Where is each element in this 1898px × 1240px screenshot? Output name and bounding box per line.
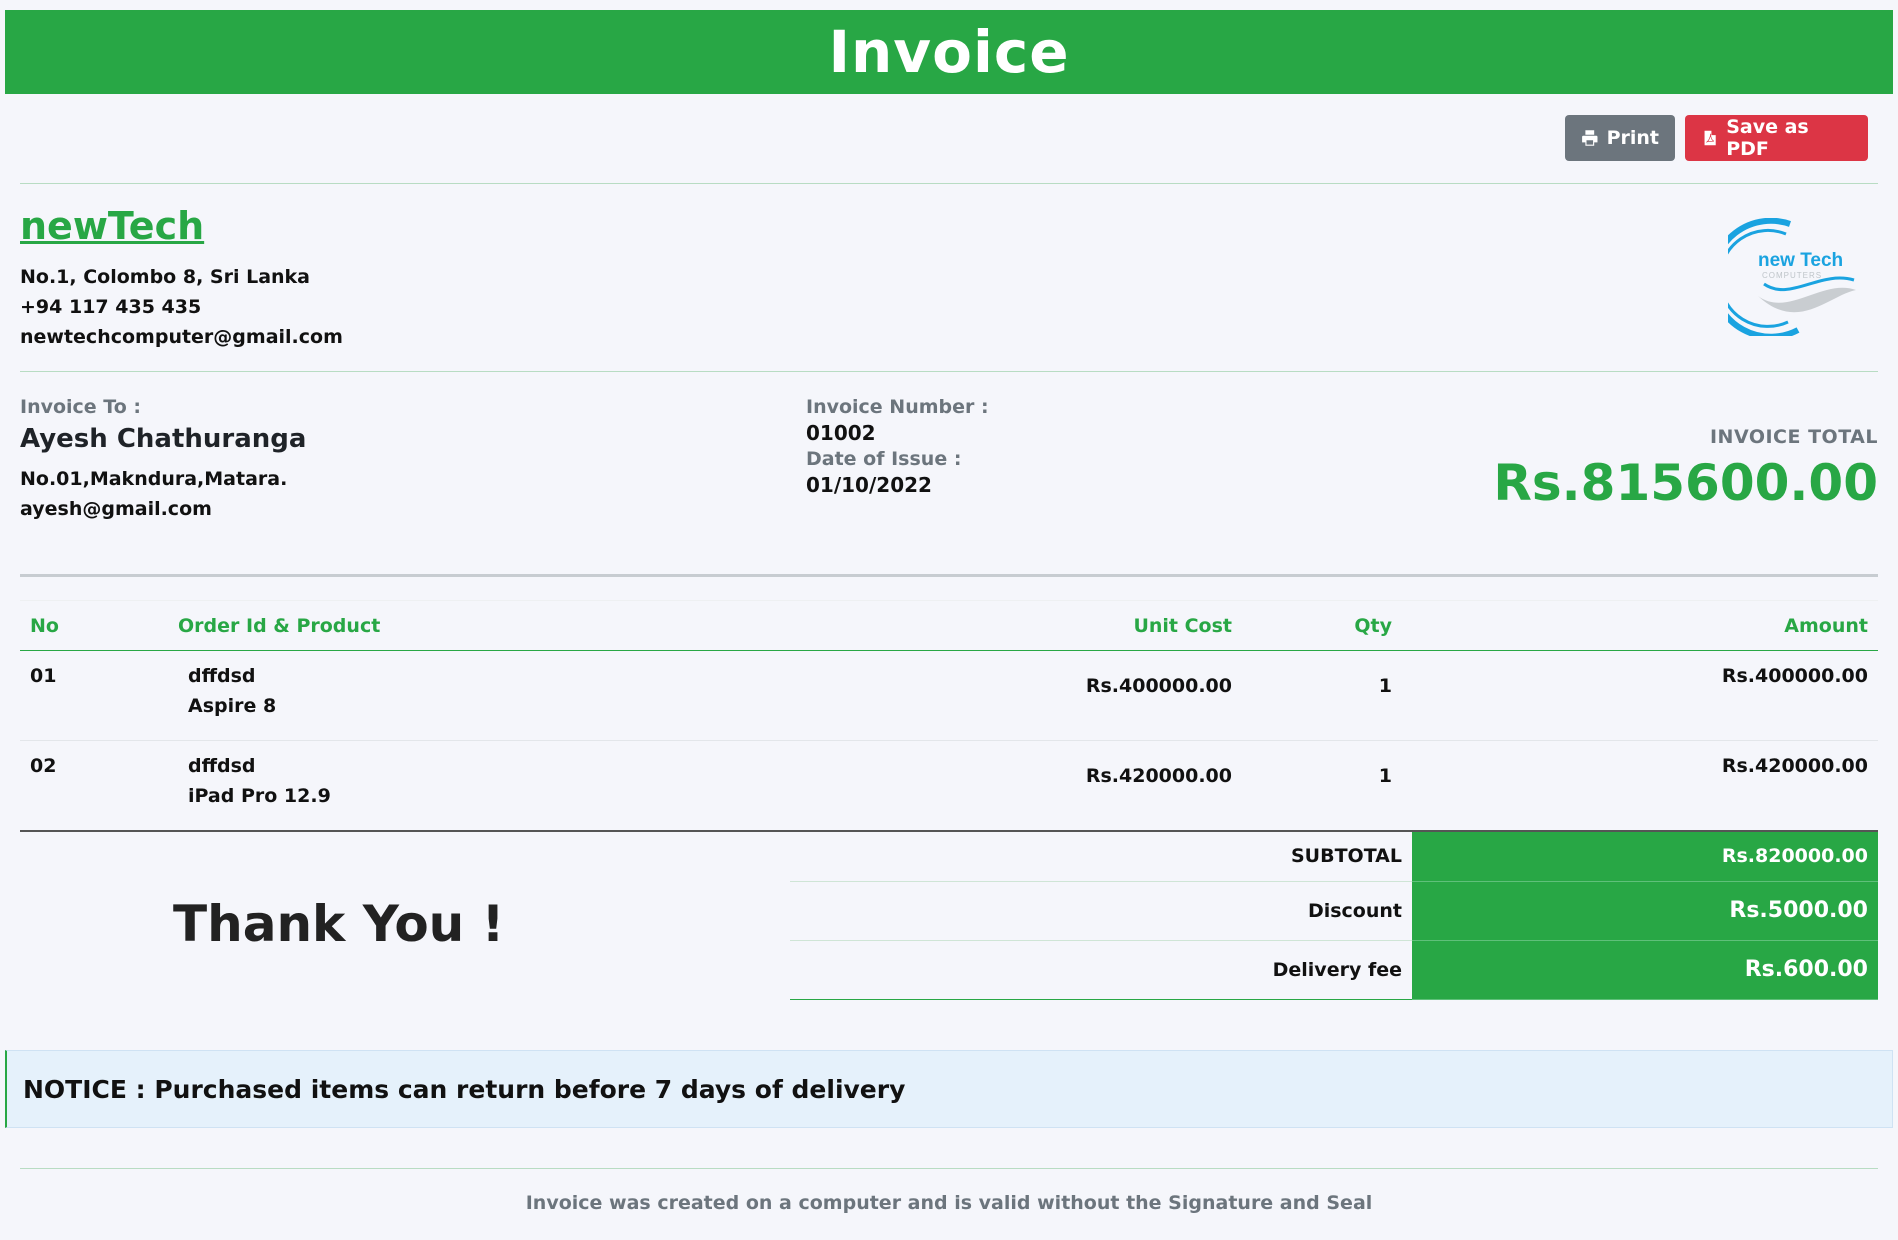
save-pdf-button[interactable]: Save as PDF xyxy=(1685,115,1868,161)
row-order-id: dffdsd xyxy=(188,755,256,777)
discount-value: Rs.5000.00 xyxy=(1412,881,1878,941)
delivery-fee-value: Rs.600.00 xyxy=(1412,940,1878,1000)
company-logo: new Tech COMPUTERS xyxy=(1728,218,1856,336)
delivery-fee-label: Delivery fee xyxy=(790,940,1412,1000)
notice-text: NOTICE : Purchased items can return befo… xyxy=(23,1074,906,1104)
column-header-qty: Qty xyxy=(1238,600,1398,651)
company-address: No.1, Colombo 8, Sri Lanka xyxy=(20,266,311,288)
row-product-name: iPad Pro 12.9 xyxy=(188,785,331,807)
row-product-name: Aspire 8 xyxy=(188,695,277,717)
action-buttons: Print Save as PDF xyxy=(1565,115,1868,161)
logo-text-sub: COMPUTERS xyxy=(1762,271,1822,280)
row-no: 02 xyxy=(20,740,168,832)
row-amount: Rs.420000.00 xyxy=(1398,740,1878,832)
print-button[interactable]: Print xyxy=(1565,115,1675,161)
invoice-header-bar: Invoice xyxy=(5,10,1893,94)
divider xyxy=(20,183,1878,184)
row-unit-cost: Rs.400000.00 xyxy=(1008,650,1238,741)
page-title: Invoice xyxy=(828,18,1070,86)
row-product-cell: dffdsd Aspire 8 xyxy=(168,650,1008,741)
divider xyxy=(20,371,1878,372)
invoice-to-section: Invoice To : Ayesh Chathuranga No.01,Mak… xyxy=(20,396,306,524)
table-row: 01 dffdsd Aspire 8 Rs.400000.00 1 Rs.400… xyxy=(20,650,1878,741)
invoice-total-label: INVOICE TOTAL xyxy=(1709,426,1878,448)
row-qty: 1 xyxy=(1238,740,1398,832)
row-qty: 1 xyxy=(1238,650,1398,741)
subtotal-label: SUBTOTAL xyxy=(790,831,1412,882)
invoice-number-label: Invoice Number : xyxy=(806,396,989,418)
invoice-number: 01002 xyxy=(806,421,876,445)
printer-icon xyxy=(1582,130,1598,146)
items-table: No Order Id & Product Unit Cost Qty Amou… xyxy=(20,600,1878,832)
customer-email: ayesh@gmail.com xyxy=(20,498,212,520)
notice-box: NOTICE : Purchased items can return befo… xyxy=(5,1050,1893,1128)
discount-row: Discount Rs.5000.00 xyxy=(790,881,1878,941)
company-email: newtechcomputer@gmail.com xyxy=(20,326,343,348)
company-info: newTech No.1, Colombo 8, Sri Lanka +94 1… xyxy=(20,204,343,352)
divider xyxy=(20,1168,1878,1169)
row-amount: Rs.400000.00 xyxy=(1398,650,1878,741)
thank-you-message: Thank You ! xyxy=(173,895,505,953)
row-no: 01 xyxy=(20,650,168,741)
invoice-to-label: Invoice To : xyxy=(20,396,142,418)
column-header-no: No xyxy=(20,600,168,651)
save-pdf-button-label: Save as PDF xyxy=(1726,116,1809,160)
file-pdf-icon xyxy=(1703,130,1717,146)
date-of-issue: 01/10/2022 xyxy=(806,473,932,497)
company-name-link[interactable]: newTech xyxy=(20,204,343,248)
subtotal-value: Rs.820000.00 xyxy=(1412,830,1878,882)
customer-address: No.01,Makndura,Matara. xyxy=(20,468,288,490)
invoice-total: INVOICE TOTAL Rs.815600.00 xyxy=(1493,426,1878,512)
table-header-row: No Order Id & Product Unit Cost Qty Amou… xyxy=(20,600,1878,651)
company-phone: +94 117 435 435 xyxy=(20,296,202,318)
print-button-label: Print xyxy=(1606,127,1659,149)
column-header-amount: Amount xyxy=(1398,600,1878,651)
row-unit-cost: Rs.420000.00 xyxy=(1008,740,1238,832)
divider xyxy=(20,574,1878,577)
discount-label: Discount xyxy=(790,881,1412,941)
column-header-unit-cost: Unit Cost xyxy=(1008,600,1238,651)
subtotal-row: SUBTOTAL Rs.820000.00 xyxy=(790,830,1878,882)
totals-table: SUBTOTAL Rs.820000.00 Discount Rs.5000.0… xyxy=(790,830,1878,1000)
logo-text-main: new Tech xyxy=(1758,250,1843,271)
footer-note: Invoice was created on a computer and is… xyxy=(525,1192,1373,1214)
row-order-id: dffdsd xyxy=(188,665,256,687)
invoice-total-amount: Rs.815600.00 xyxy=(1493,454,1878,512)
delivery-fee-row: Delivery fee Rs.600.00 xyxy=(790,940,1878,1000)
date-of-issue-label: Date of Issue : xyxy=(806,448,962,470)
row-product-cell: dffdsd iPad Pro 12.9 xyxy=(168,740,1008,832)
table-row: 02 dffdsd iPad Pro 12.9 Rs.420000.00 1 R… xyxy=(20,740,1878,832)
invoice-meta: Invoice Number : 01002 Date of Issue : 0… xyxy=(806,396,989,500)
customer-name: Ayesh Chathuranga xyxy=(20,424,307,454)
column-header-product: Order Id & Product xyxy=(168,600,1008,651)
